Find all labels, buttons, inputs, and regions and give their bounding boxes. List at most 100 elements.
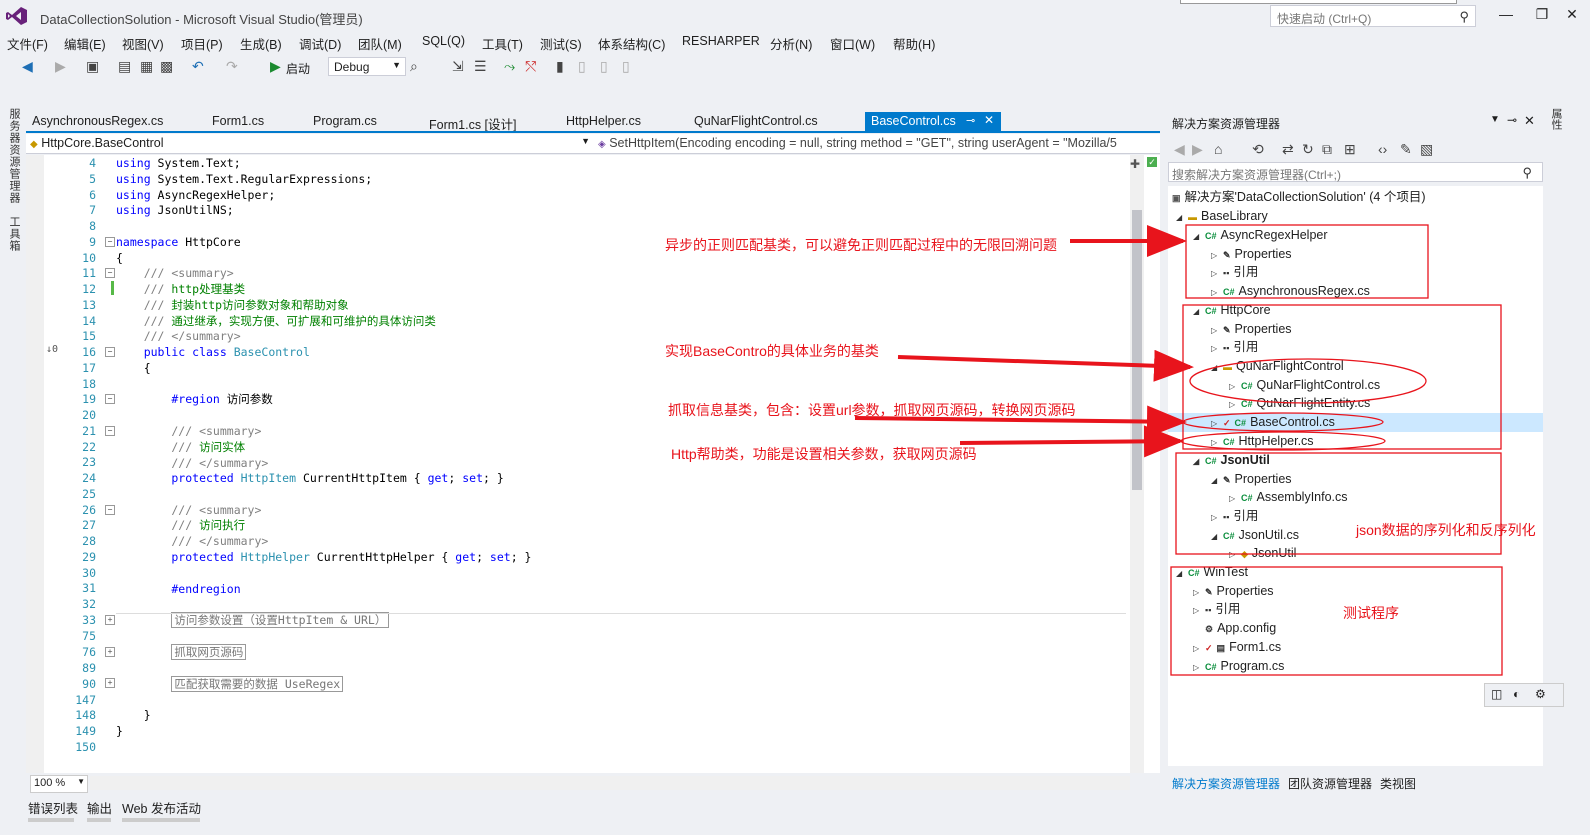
show-all-icon[interactable]: ⊞: [1344, 140, 1356, 158]
dropdown-icon[interactable]: ▼: [1490, 114, 1500, 125]
tree-node-httphelper[interactable]: ▷ C# HttpHelper.cs: [1211, 432, 1314, 450]
home-icon[interactable]: ⌂: [1214, 140, 1222, 158]
collapse-icon[interactable]: −: [105, 426, 115, 436]
find-icon[interactable]: ⌕: [410, 57, 418, 75]
back-icon[interactable]: ◀: [1174, 140, 1185, 158]
bookmark-toggle-icon[interactable]: ▯: [600, 57, 608, 75]
tab-class-view[interactable]: 类视图: [1380, 775, 1416, 792]
bookmark-next-icon[interactable]: ⤳: [504, 57, 515, 75]
tree-node-jsonutil-cs[interactable]: ◢ C# JsonUtil.cs: [1211, 526, 1299, 544]
refresh-icon[interactable]: ↻: [1302, 140, 1314, 158]
settings-icon[interactable]: ⚙: [1535, 687, 1546, 701]
split-view-icon[interactable]: ◫: [1491, 687, 1502, 701]
menu-resharper[interactable]: RESHARPER: [682, 34, 760, 48]
menu-analyze[interactable]: 分析(N): [770, 34, 812, 53]
tab-solution-explorer[interactable]: 解决方案资源管理器: [1172, 775, 1280, 792]
editor-horizontal-scrollbar[interactable]: [90, 776, 1130, 790]
expand-icon[interactable]: +: [105, 647, 115, 657]
save-all-icon[interactable]: ▩: [160, 57, 173, 75]
quick-launch-input[interactable]: 快速启动 (Ctrl+Q) ⚲: [1270, 5, 1476, 27]
menu-view[interactable]: 视图(V): [122, 34, 164, 53]
tree-node-program[interactable]: ▷ C# Program.cs: [1193, 657, 1284, 675]
theme-icon[interactable]: ◐: [1513, 687, 1520, 701]
tree-node-baselibrary[interactable]: ◢ ▬ BaseLibrary: [1176, 207, 1268, 225]
new-project-icon[interactable]: ▣: [86, 57, 99, 75]
toolbox-tab[interactable]: 工具箱: [6, 216, 22, 252]
properties-icon[interactable]: ✎: [1400, 140, 1412, 158]
zoom-select[interactable]: 100 % ▼: [30, 775, 88, 793]
tree-node-form1[interactable]: ▷ ✓ ▤ Form1.cs: [1193, 638, 1281, 656]
pin-icon[interactable]: ⊸: [1507, 113, 1517, 127]
forward-icon[interactable]: ▶: [1192, 140, 1203, 158]
tab-form1-design[interactable]: Form1.cs [设计]: [423, 112, 553, 132]
open-file-icon[interactable]: ▤: [118, 57, 131, 75]
tab-program[interactable]: Program.cs: [307, 112, 407, 132]
tree-node-solution[interactable]: ▣ 解决方案'DataCollectionSolution' (4 个项目): [1172, 188, 1425, 206]
menu-sql[interactable]: SQL(Q): [422, 34, 465, 48]
swap-icon[interactable]: ⇄: [1282, 140, 1294, 158]
tab-error-list[interactable]: 错误列表: [28, 798, 78, 817]
expand-icon[interactable]: +: [105, 615, 115, 625]
tab-basecontrol[interactable]: BaseControl.cs ⊸ ✕: [865, 112, 1001, 132]
start-label[interactable]: 启动: [286, 60, 310, 77]
menu-project[interactable]: 项目(P): [181, 34, 223, 53]
undo-icon[interactable]: ↶: [192, 57, 204, 75]
redo-icon[interactable]: ↷: [226, 57, 238, 75]
collapse-icon[interactable]: −: [105, 268, 115, 278]
tree-node-asynchronousregex[interactable]: ▷ C# AsynchronousRegex.cs: [1211, 282, 1370, 300]
tree-node-jsonutil-class[interactable]: ▷ ◆ JsonUtil: [1229, 544, 1296, 562]
menu-file[interactable]: 文件(F): [7, 34, 48, 53]
collapse-icon[interactable]: −: [105, 505, 115, 515]
properties-tab[interactable]: 属性: [1550, 108, 1564, 138]
tree-node-properties[interactable]: ◢ ✎ Properties: [1211, 470, 1292, 488]
tab-form1[interactable]: Form1.cs: [206, 112, 296, 132]
tree-node-references[interactable]: ▷ ▪▪ 引用: [1193, 600, 1240, 618]
tree-node-wintest[interactable]: ◢ C# WinTest: [1176, 563, 1248, 581]
step-icon[interactable]: ⇲: [452, 57, 464, 75]
collapse-all-icon[interactable]: ⧉: [1322, 140, 1332, 158]
maximize-button[interactable]: ❐: [1530, 4, 1554, 24]
member-dropdown[interactable]: ◈ SetHttpItem(Encoding encoding = null, …: [598, 136, 1158, 152]
tree-node-qunarflightcontrol-folder[interactable]: ◢ ▬ QuNarFlightControl: [1211, 357, 1344, 375]
menu-tools[interactable]: 工具(T): [482, 34, 523, 53]
sync-icon[interactable]: ⟲: [1252, 140, 1264, 158]
tree-node-appconfig[interactable]: ⚙ App.config: [1205, 619, 1276, 637]
collapse-icon[interactable]: −: [105, 347, 115, 357]
menu-edit[interactable]: 编辑(E): [64, 34, 106, 53]
format-icon[interactable]: ☰: [474, 57, 487, 75]
menu-test[interactable]: 测试(S): [540, 34, 582, 53]
pin-icon[interactable]: ⊸: [966, 114, 975, 127]
solution-search-input[interactable]: 搜索解决方案资源管理器(Ctrl+;) ⚲: [1168, 162, 1543, 182]
solution-config-select[interactable]: Debug ▼: [328, 57, 406, 76]
collapse-icon[interactable]: −: [105, 237, 115, 247]
bookmark-remove-icon[interactable]: ▯: [622, 57, 630, 75]
tab-qunarflightcontrol[interactable]: QuNarFlightControl.cs: [688, 112, 858, 132]
bookmark-icon[interactable]: ▮: [556, 57, 564, 75]
tab-output[interactable]: 输出: [87, 798, 112, 817]
tree-node-properties[interactable]: ▷ ✎ Properties: [1211, 320, 1292, 338]
expand-icon[interactable]: +: [105, 678, 115, 688]
close-button[interactable]: ✕: [1560, 4, 1584, 24]
tree-node-references[interactable]: ▷ ▪▪ 引用: [1211, 263, 1258, 281]
preview-icon[interactable]: ▧: [1420, 140, 1433, 158]
forward-icon[interactable]: ▶: [55, 57, 66, 75]
tree-node-properties[interactable]: ▷ ✎ Properties: [1211, 245, 1292, 263]
tree-node-references[interactable]: ▷ ▪▪ 引用: [1211, 507, 1258, 525]
tree-node-httpcore[interactable]: ◢ C# HttpCore: [1193, 301, 1271, 319]
start-debug-icon[interactable]: ▶: [270, 57, 281, 75]
tree-node-references[interactable]: ▷ ▪▪ 引用: [1211, 338, 1258, 356]
tree-node-asyncregexhelper[interactable]: ◢ C# AsyncRegexHelper: [1193, 226, 1328, 244]
menu-team[interactable]: 团队(M): [358, 34, 402, 53]
save-icon[interactable]: ▦: [140, 57, 153, 75]
tab-asynchronousregex[interactable]: AsynchronousRegex.cs: [26, 112, 196, 132]
tab-team-explorer[interactable]: 团队资源管理器: [1288, 775, 1372, 792]
minimize-button[interactable]: —: [1494, 4, 1518, 24]
tree-node-properties[interactable]: ▷ ✎ Properties: [1193, 582, 1274, 600]
tab-web-publish[interactable]: Web 发布活动: [122, 798, 201, 817]
close-icon[interactable]: ✕: [1524, 113, 1535, 129]
view-code-icon[interactable]: ‹›: [1378, 140, 1387, 158]
tree-node-qunarflightentity[interactable]: ▷ C# QuNarFlightEntity.cs: [1229, 394, 1370, 412]
tree-node-jsonutil[interactable]: ◢ C# JsonUtil: [1193, 451, 1270, 469]
menu-architecture[interactable]: 体系结构(C): [598, 34, 665, 53]
menu-build[interactable]: 生成(B): [240, 34, 282, 53]
